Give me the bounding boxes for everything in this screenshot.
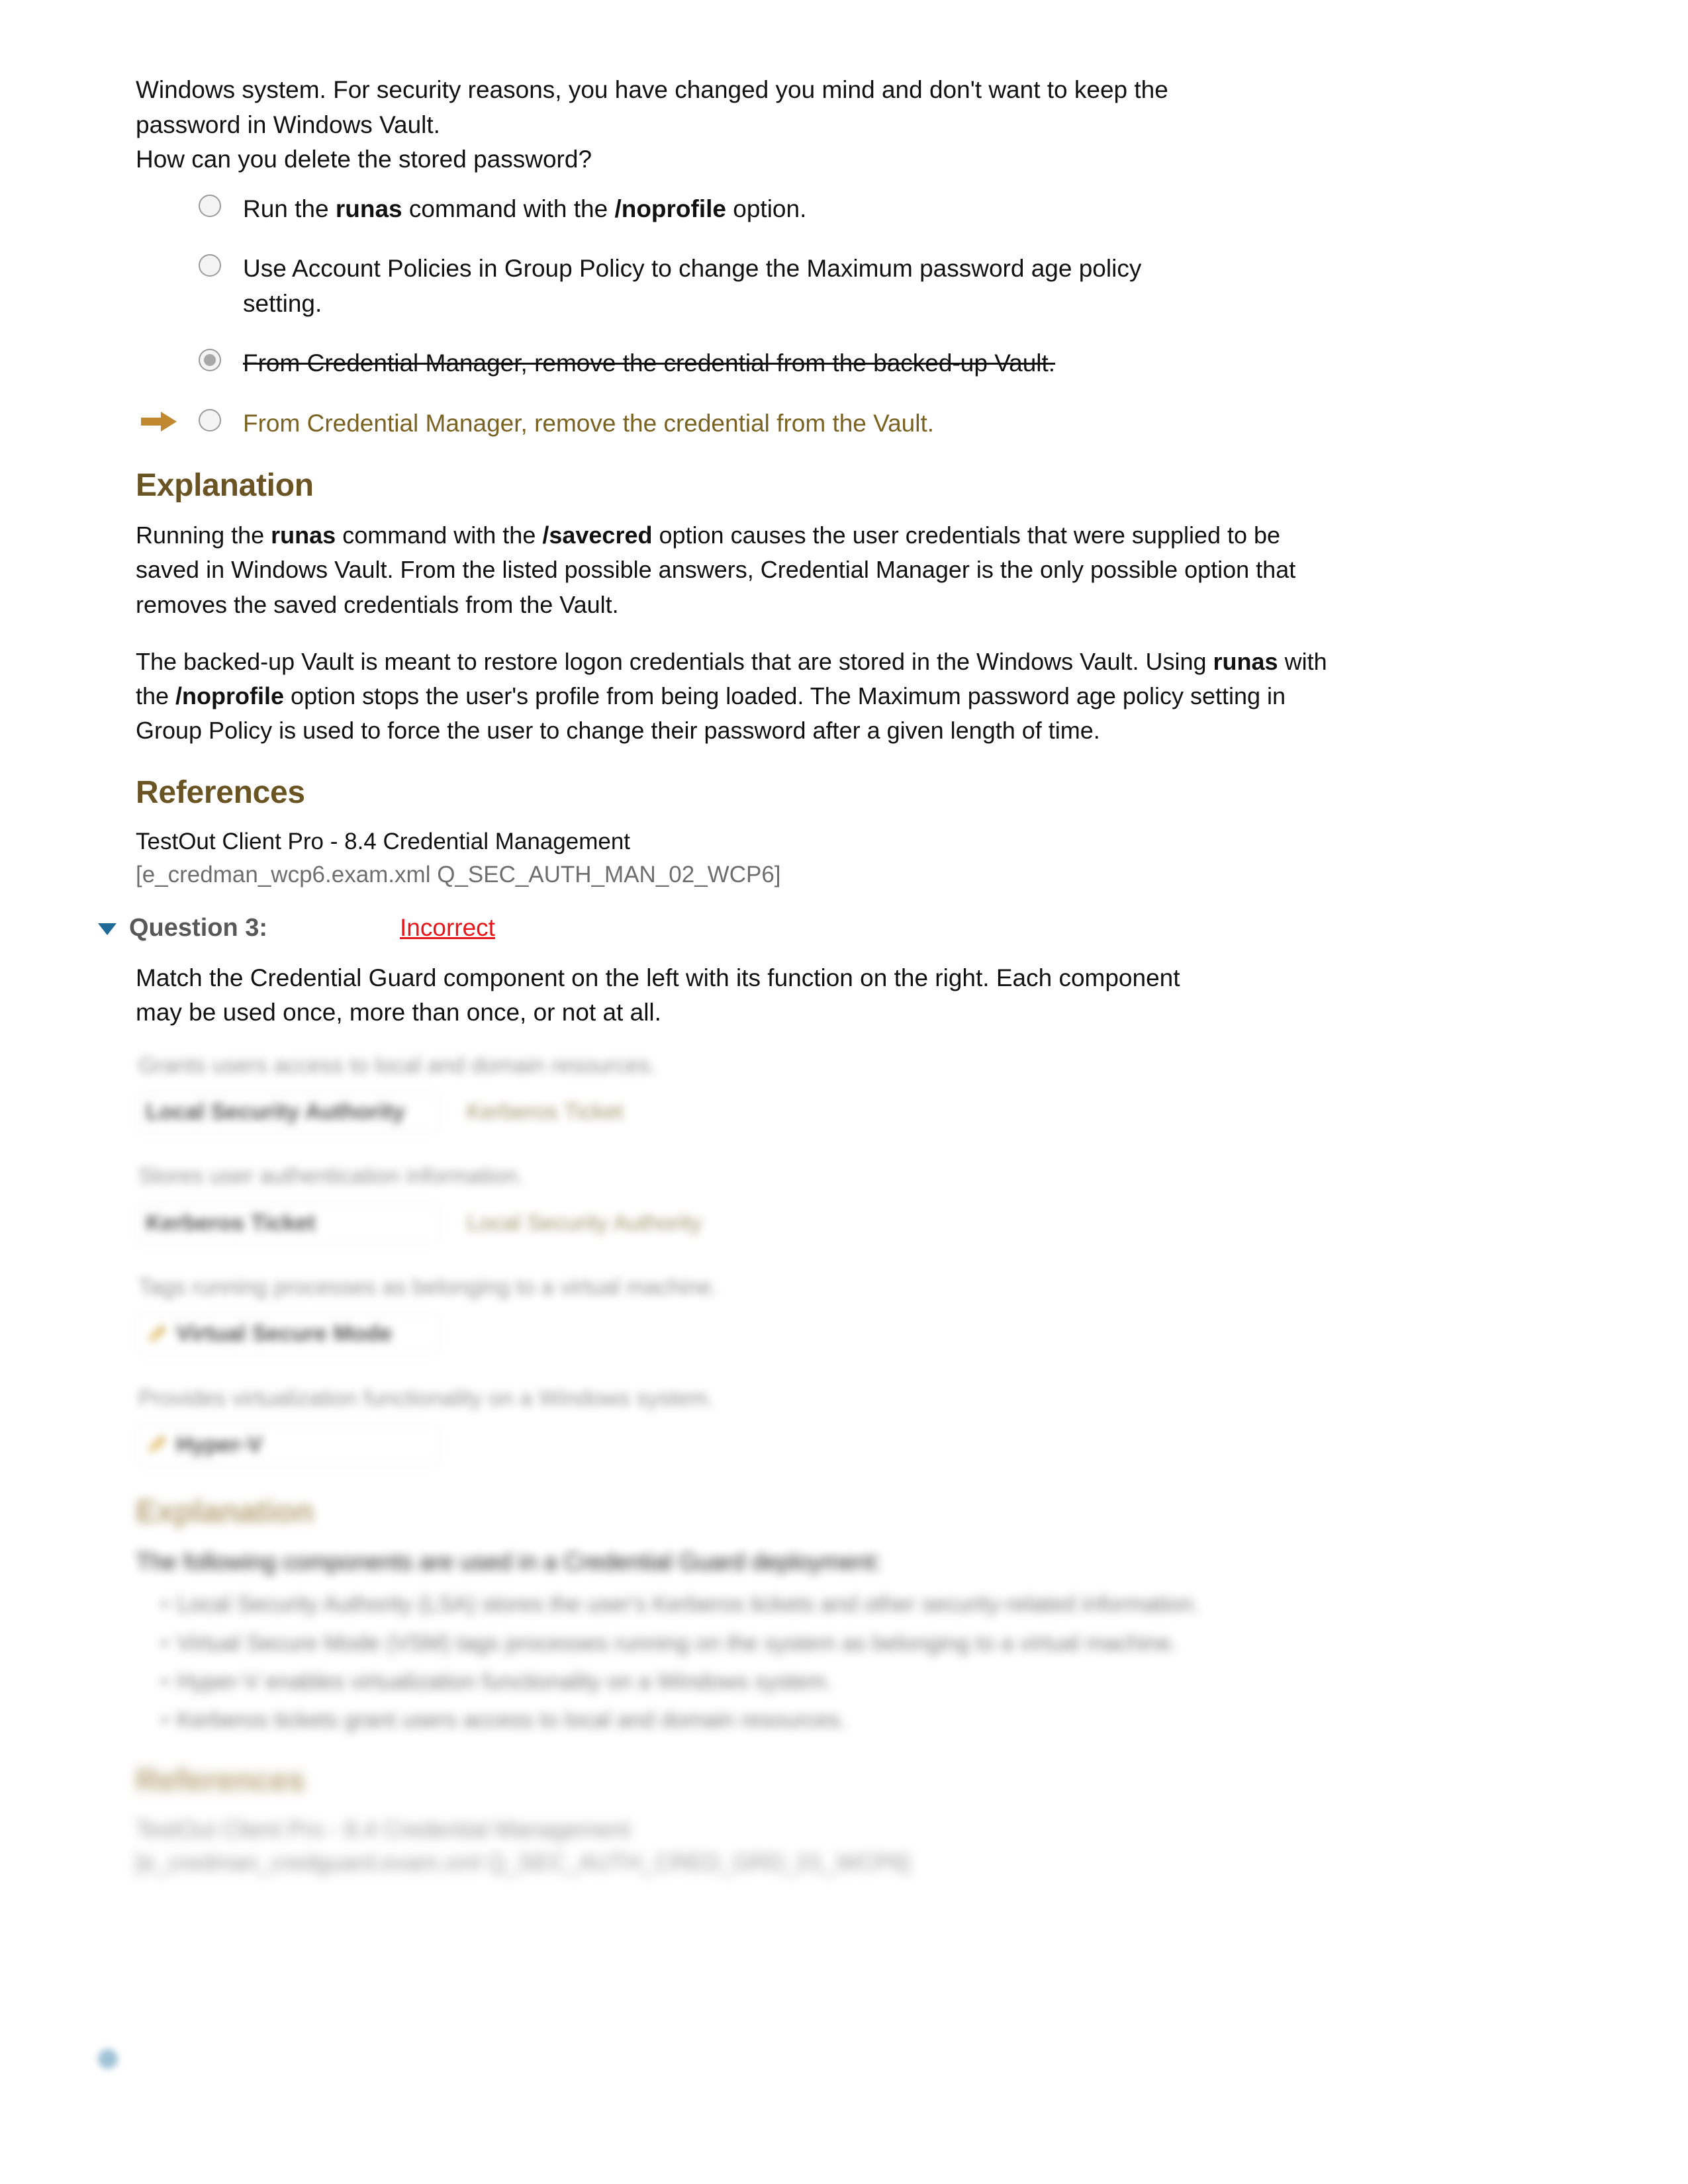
matching-component-4-label: Hyper-V	[176, 1432, 263, 1457]
matching-description-2: Stores user authentication information.	[138, 1163, 524, 1189]
matching-row-2: Stores user authentication information. …	[136, 1161, 1327, 1244]
content-column: Windows system. For security reasons, yo…	[98, 73, 1327, 1880]
page-footer-indicator-icon	[98, 2049, 118, 2069]
answer-options-list: Run the runas command with the /noprofil…	[136, 192, 1327, 441]
matching-row-4: Provides virtualization functionality on…	[136, 1383, 1327, 1467]
matching-description-1: Grants users access to local and domain …	[138, 1052, 657, 1078]
matching-component-1[interactable]: Local Security Authority	[136, 1091, 440, 1132]
matching-description-4: Provides virtualization functionality on…	[138, 1385, 714, 1411]
explanation-heading-q3: Explanation	[136, 1494, 314, 1530]
matching-description-3: Tags running processes as belonging to a…	[138, 1275, 718, 1300]
stem-line-1: Windows system. For security reasons, yo…	[136, 76, 1168, 103]
question-3-header[interactable]: Question 3: Incorrect	[96, 914, 1288, 942]
matching-component-4[interactable]: Hyper-V	[136, 1424, 440, 1465]
reference-title-q2: TestOut Client Pro - 8.4 Credential Mana…	[136, 829, 631, 855]
stem-line-3: How can you delete the stored password?	[136, 146, 592, 173]
answer-option-c[interactable]: From Credential Manager, remove the cred…	[136, 346, 1327, 381]
matching-component-1-label: Local Security Authority	[146, 1099, 405, 1124]
matching-component-2[interactable]: Kerberos Ticket	[136, 1203, 440, 1244]
explanation-heading-q2: Explanation	[136, 468, 314, 504]
radio-button-d[interactable]	[199, 408, 221, 432]
question-3-prompt-line-1: Match the Credential Guard component on …	[136, 964, 1180, 991]
reference-title-q3: TestOut Client Pro - 8.4 Credential Mana…	[136, 1817, 631, 1843]
matching-answer-3	[464, 1328, 469, 1341]
matching-answer-1: Kerberos Ticket	[467, 1099, 624, 1124]
question-3-prompt: Match the Credential Guard component on …	[136, 961, 1327, 1030]
matching-row-1: Grants users access to local and domain …	[136, 1050, 1327, 1134]
explanation-bullet: Local Security Authority (LSA) stores th…	[161, 1588, 1327, 1621]
explanation-intro-q3: The following components are used in a C…	[136, 1548, 882, 1576]
explanation-paragraph-2: The backed-up Vault is meant to restore …	[136, 647, 1327, 745]
matching-component-3-label: Virtual Secure Mode	[176, 1321, 393, 1347]
matching-answer-2: Local Security Authority	[467, 1210, 702, 1236]
question-3-label: Question 3:	[129, 913, 268, 942]
matching-row-3: Tags running processes as belonging to a…	[136, 1272, 1327, 1355]
answer-option-c-label: From Credential Manager, remove the cred…	[243, 349, 1056, 377]
pencil-icon	[146, 1435, 168, 1455]
radio-button-c[interactable]	[199, 349, 221, 372]
question-3-status-badge[interactable]: Incorrect	[400, 914, 495, 942]
answer-option-b-label: Use Account Policies in Group Policy to …	[243, 255, 1142, 317]
explanation-paragraph-1: Running the runas command with the /save…	[136, 522, 1296, 618]
matching-exercise: Grants users access to local and domain …	[136, 1050, 1327, 1466]
answer-option-d[interactable]: From Credential Manager, remove the cred…	[136, 406, 1327, 441]
radio-button-a[interactable]	[199, 194, 221, 217]
reference-id-q2: [e_credman_wcp6.exam.xml Q_SEC_AUTH_MAN_…	[136, 862, 781, 888]
explanation-bullet: Kerberos tickets grant users access to l…	[161, 1704, 1327, 1737]
reference-id-q3: [e_credman_credguard.exam.xml Q_SEC_AUTH…	[136, 1850, 910, 1876]
question-3-references: References TestOut Client Pro - 8.4 Cred…	[136, 1762, 1327, 1879]
references-heading-q3: References	[136, 1763, 305, 1799]
radio-button-b[interactable]	[199, 254, 221, 277]
answer-option-b[interactable]: Use Account Policies in Group Policy to …	[136, 251, 1327, 321]
pencil-icon	[146, 1324, 168, 1344]
explanation-bullet: Virtual Secure Mode (VSM) tags processes…	[161, 1627, 1327, 1660]
right-arrow-icon	[141, 410, 178, 433]
question-2-stem: Windows system. For security reasons, yo…	[136, 73, 1327, 177]
explanation-bullet: Hyper-V enables virtualization functiona…	[161, 1666, 1327, 1698]
stem-line-2: password in Windows Vault.	[136, 111, 440, 138]
answer-option-a[interactable]: Run the runas command with the /noprofil…	[136, 192, 1327, 227]
triangle-down-icon[interactable]	[96, 917, 118, 939]
exam-report-page: Windows system. For security reasons, yo…	[0, 0, 1688, 2184]
explanation-bullet-list-q3: Local Security Authority (LSA) stores th…	[136, 1588, 1327, 1736]
question-3-prompt-line-2: may be used once, more than once, or not…	[136, 999, 661, 1026]
answer-option-d-label: From Credential Manager, remove the cred…	[243, 409, 935, 437]
matching-component-3[interactable]: Virtual Secure Mode	[136, 1314, 440, 1355]
answer-option-a-label: Run the runas command with the /noprofil…	[243, 195, 807, 222]
references-heading-q2: References	[136, 775, 305, 811]
question-3-explanation: Explanation The following components are…	[136, 1494, 1327, 1737]
matching-answer-4	[464, 1438, 469, 1451]
matching-component-2-label: Kerberos Ticket	[146, 1210, 316, 1236]
